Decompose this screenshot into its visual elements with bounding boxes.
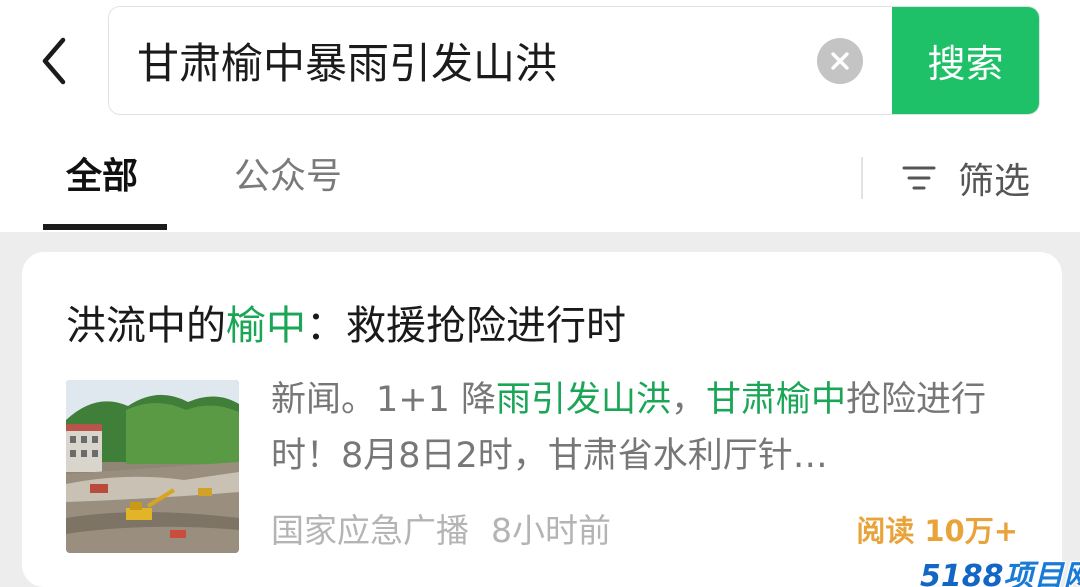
- watermark-text: 项目网: [1003, 559, 1080, 587]
- tab-official-accounts[interactable]: 公众号: [234, 152, 342, 202]
- active-tab-indicator: [43, 224, 167, 230]
- read-number: 10万+: [924, 514, 1018, 548]
- tab-divider: [861, 157, 863, 199]
- read-label: 阅读: [856, 514, 915, 548]
- filter-button[interactable]: 筛选: [902, 150, 1030, 206]
- snippet-highlight: 雨引发山洪: [496, 380, 672, 420]
- search-button[interactable]: 搜索: [892, 7, 1039, 114]
- title-segment: 洪流中的: [66, 303, 226, 349]
- result-snippet: 新闻。1+1 降雨引发山洪，甘肃榆中抢险进行时！8月8日2时，甘肃省水利厅针…: [271, 372, 1011, 484]
- clear-icon: [831, 52, 849, 70]
- search-input[interactable]: [137, 7, 797, 114]
- result-thumbnail[interactable]: [66, 380, 239, 553]
- back-button[interactable]: [28, 30, 80, 92]
- watermark-number: 5188: [920, 559, 1004, 587]
- source-name[interactable]: 国家应急广播: [271, 511, 469, 550]
- title-highlight: 榆中: [226, 303, 306, 349]
- top-bar: 搜索 全部 公众号 筛选: [0, 0, 1080, 232]
- filter-icon: [902, 166, 936, 190]
- result-meta: 国家应急广播 8小时前: [271, 504, 611, 552]
- search-box: 搜索: [108, 6, 1040, 115]
- publish-time: 8小时前: [491, 511, 611, 550]
- search-result-card[interactable]: 洪流中的榆中：救援抢险进行时 新闻。1+1 降雨引发山洪，甘肃榆中抢险进行时！8…: [22, 252, 1062, 587]
- snippet-segment: ，: [671, 380, 707, 420]
- title-segment: ：救援抢险进行时: [306, 303, 626, 349]
- back-arrow-icon: [42, 37, 66, 85]
- flood-scene-image: [66, 380, 239, 553]
- read-count: 阅读 10万+: [856, 508, 1018, 550]
- snippet-highlight: 甘肃榆中: [706, 380, 847, 420]
- result-title[interactable]: 洪流中的榆中：救援抢险进行时: [66, 298, 626, 354]
- clear-button[interactable]: [817, 38, 863, 84]
- filter-label: 筛选: [958, 161, 1031, 202]
- site-watermark: 5188项目网: [920, 551, 1080, 587]
- snippet-segment: 新闻。1+1 降: [271, 380, 496, 420]
- tab-all[interactable]: 全部: [66, 152, 138, 202]
